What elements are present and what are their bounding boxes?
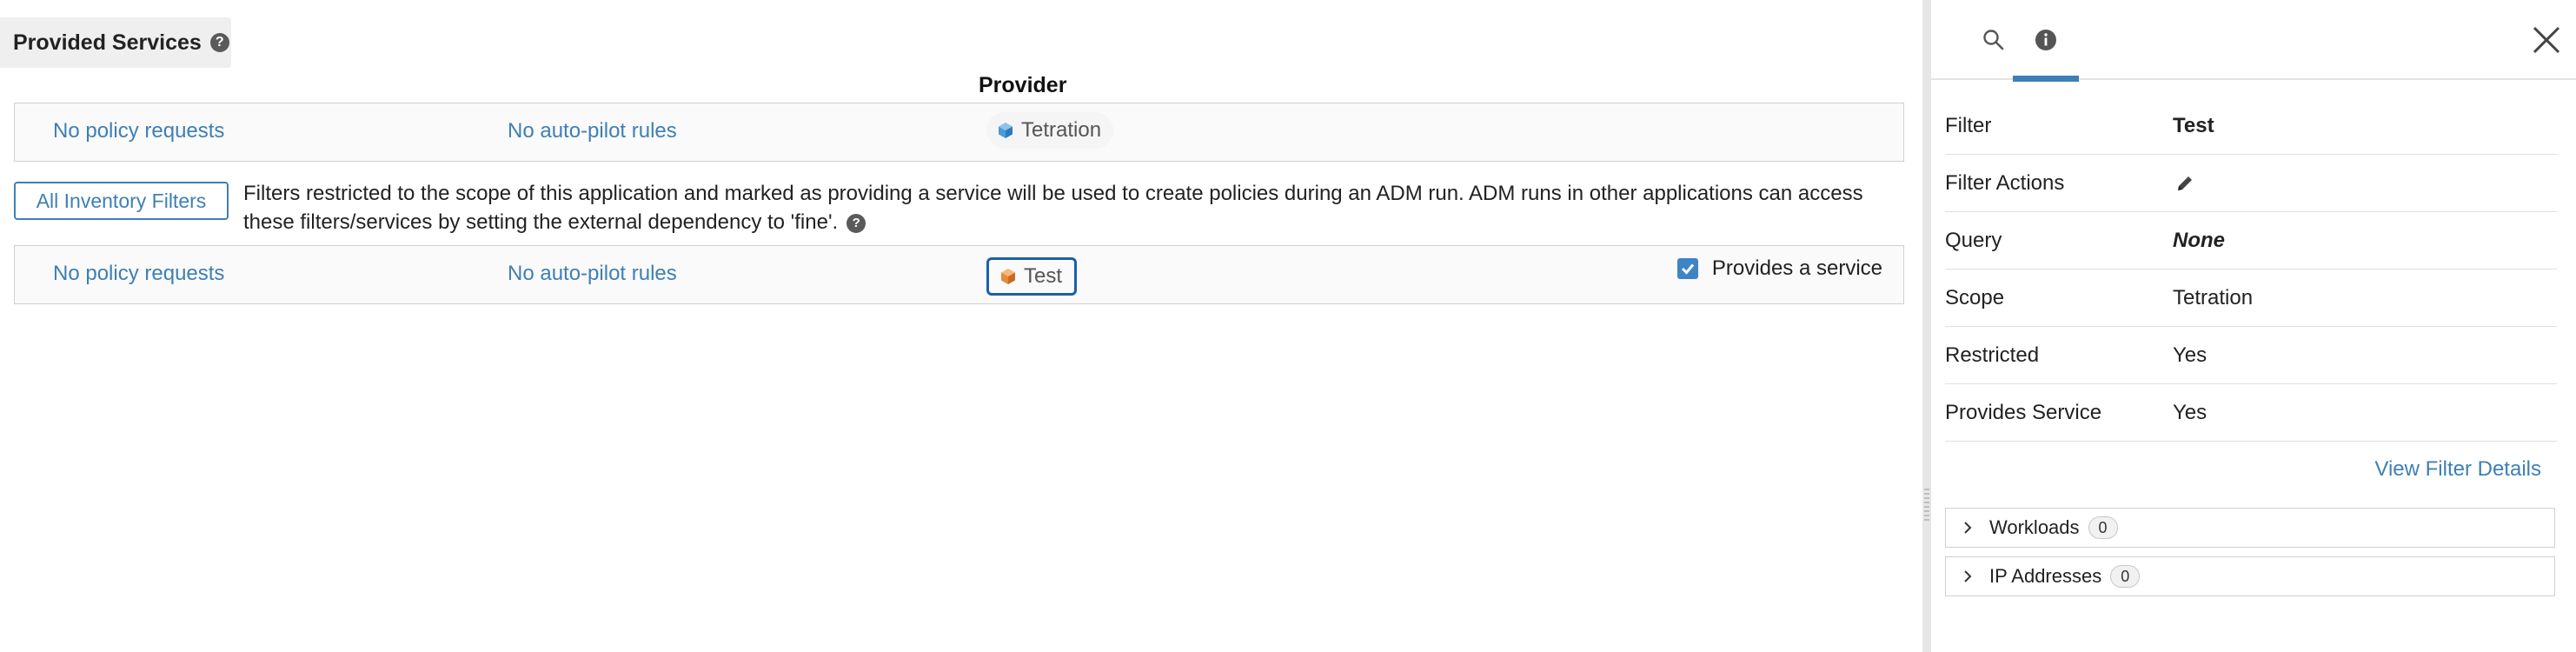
provider-chip-label: Test bbox=[1024, 264, 1063, 288]
provider-chip-label: Tetration bbox=[1021, 118, 1102, 142]
property-value: None bbox=[2173, 228, 2225, 252]
property-label: Scope bbox=[1945, 285, 2005, 309]
inventory-description: Filters restricted to the scope of this … bbox=[243, 179, 1899, 236]
provides-service-checkbox[interactable]: Provides a service bbox=[1676, 256, 1882, 281]
help-icon[interactable]: ? bbox=[846, 213, 866, 233]
property-label: Query bbox=[1945, 228, 2002, 252]
property-value: Tetration bbox=[2173, 285, 2254, 309]
chevron-right-icon bbox=[1964, 570, 1972, 582]
filter-properties: Filter Test Filter Actions Query None Sc… bbox=[1945, 97, 2557, 442]
property-row-scope: Scope Tetration bbox=[1945, 269, 2557, 327]
help-icon[interactable]: ? bbox=[209, 33, 229, 52]
provides-service-label: Provides a service bbox=[1711, 256, 1882, 280]
property-row-query: Query None bbox=[1945, 212, 2557, 269]
accordion-label: Workloads bbox=[1989, 516, 2080, 538]
property-row-filter-actions: Filter Actions bbox=[1945, 155, 2557, 212]
section-title: Provided Services bbox=[13, 30, 202, 55]
autopilot-rules-link[interactable]: No auto-pilot rules bbox=[508, 262, 677, 286]
property-value: Test bbox=[2173, 113, 2214, 137]
provider-chip-tetration[interactable]: Tetration bbox=[986, 112, 1114, 149]
pencil-edit-icon[interactable] bbox=[2174, 173, 2195, 194]
autopilot-rules-link[interactable]: No auto-pilot rules bbox=[508, 119, 677, 143]
property-row-provides-service: Provides Service Yes bbox=[1945, 384, 2557, 442]
provider-chip-test[interactable]: Test bbox=[986, 257, 1078, 296]
accordion-ip-addresses[interactable]: IP Addresses 0 bbox=[1945, 556, 2555, 596]
filter-cube-icon bbox=[1001, 269, 1015, 284]
property-value: Yes bbox=[2173, 343, 2208, 367]
chevron-right-icon bbox=[1964, 522, 1972, 534]
property-row-filter: Filter Test bbox=[1945, 97, 2557, 155]
page: Provided Services ? Provider No policy r… bbox=[0, 0, 2576, 652]
search-icon bbox=[1983, 30, 2004, 50]
inventory-description-text: Filters restricted to the scope of this … bbox=[243, 182, 1863, 234]
property-label: Filter bbox=[1945, 113, 1992, 137]
service-row: No policy requests No auto-pilot rules T… bbox=[14, 103, 1904, 162]
checkbox-checked-icon[interactable] bbox=[1676, 258, 1698, 279]
count-badge: 0 bbox=[2110, 565, 2141, 588]
view-filter-details-link[interactable]: View Filter Details bbox=[2374, 457, 2541, 482]
property-value: Yes bbox=[2173, 400, 2208, 424]
accordion-workloads[interactable]: Workloads 0 bbox=[1945, 508, 2555, 548]
all-inventory-filters-button[interactable]: All Inventory Filters bbox=[14, 182, 229, 220]
count-badge: 0 bbox=[2088, 516, 2118, 539]
section-tab-provided-services[interactable]: Provided Services ? bbox=[0, 17, 231, 68]
property-label: Restricted bbox=[1945, 343, 2040, 367]
splitter-grip-icon[interactable] bbox=[1924, 489, 1929, 523]
accordion-label: IP Addresses bbox=[1989, 565, 2102, 587]
property-label: Provides Service bbox=[1945, 400, 2102, 424]
policy-requests-link[interactable]: No policy requests bbox=[53, 119, 224, 143]
info-icon bbox=[2035, 30, 2056, 50]
scope-cube-icon bbox=[999, 123, 1012, 138]
main-content: Provided Services ? Provider No policy r… bbox=[0, 0, 1922, 652]
property-label: Filter Actions bbox=[1945, 170, 2065, 195]
details-panel: Filter Test Filter Actions Query None Sc… bbox=[1931, 0, 2576, 652]
service-row: No policy requests No auto-pilot rules T… bbox=[14, 245, 1904, 304]
property-row-restricted: Restricted Yes bbox=[1945, 327, 2557, 384]
panel-splitter[interactable] bbox=[1922, 0, 1931, 652]
tab-info[interactable] bbox=[2013, 0, 2079, 82]
close-icon[interactable] bbox=[2529, 23, 2564, 57]
provider-column-header: Provider bbox=[979, 73, 1067, 97]
active-tab-indicator bbox=[2013, 76, 2079, 82]
policy-requests-link[interactable]: No policy requests bbox=[53, 262, 224, 286]
